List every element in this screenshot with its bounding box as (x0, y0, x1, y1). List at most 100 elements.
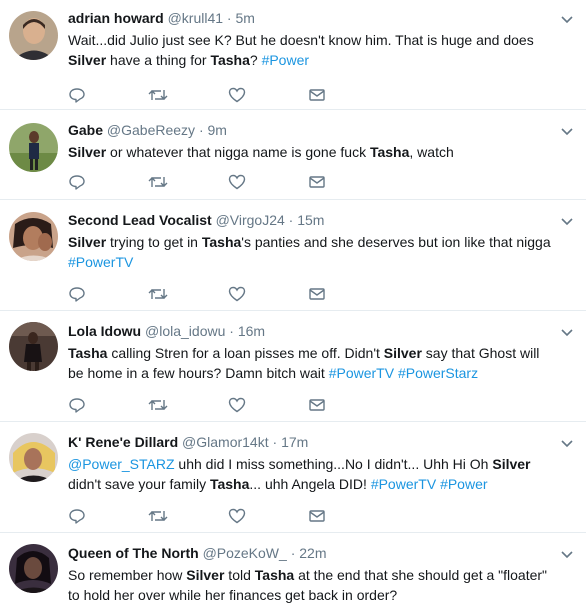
timestamp[interactable]: 9m (208, 122, 227, 138)
username[interactable]: @Glamor14kt (182, 434, 269, 450)
tweet[interactable]: K' Rene'e Dillard @Glamor14kt · 17m @Pow… (0, 422, 586, 533)
timestamp[interactable]: 16m (238, 323, 265, 339)
avatar[interactable] (9, 322, 58, 371)
tweet-text-segment: So remember how (68, 567, 187, 583)
like-button[interactable] (228, 506, 308, 526)
chevron-down-icon[interactable] (560, 436, 574, 450)
like-button[interactable] (228, 85, 308, 105)
direct-message-icon (309, 399, 325, 411)
display-name[interactable]: Queen of The North (68, 545, 199, 561)
reply-button[interactable] (68, 284, 148, 304)
direct-message-button[interactable] (308, 172, 388, 192)
tweet-actions (68, 171, 556, 193)
highlighted-keyword: Silver (68, 52, 107, 68)
avatar[interactable] (9, 544, 58, 593)
tweet[interactable]: Lola Idowu @lola_idowu · 16m Tasha calli… (0, 311, 586, 422)
direct-message-button[interactable] (308, 284, 388, 304)
reply-button[interactable] (68, 85, 148, 105)
heart-icon (228, 87, 246, 103)
retweet-button[interactable] (148, 85, 228, 105)
tweet[interactable]: adrian howard @krull41 · 5m Wait...did J… (0, 0, 586, 110)
tweet-header: Gabe @GabeReezy · 9m (68, 121, 556, 139)
highlighted-keyword: Silver (68, 234, 107, 250)
display-name[interactable]: K' Rene'e Dillard (68, 434, 178, 450)
chevron-down-icon[interactable] (560, 124, 574, 138)
username[interactable]: @lola_idowu (145, 323, 225, 339)
tweet-text-segment: Wait...did Julio just see K? But he does… (68, 32, 534, 48)
chevron-down-icon[interactable] (560, 325, 574, 339)
retweet-icon (148, 177, 168, 187)
chevron-down-icon[interactable] (560, 214, 574, 228)
avatar[interactable] (9, 11, 58, 60)
separator-dot: · (229, 323, 234, 339)
mention-link[interactable]: @Power_STARZ (68, 456, 175, 472)
retweet-button[interactable] (148, 395, 228, 415)
tweet-text: Wait...did Julio just see K? But he does… (68, 30, 556, 70)
direct-message-icon (309, 176, 325, 188)
hashtag-link[interactable]: #PowerStarz (398, 365, 478, 381)
username[interactable]: @PozeKoW_ (203, 545, 287, 561)
direct-message-button[interactable] (308, 395, 388, 415)
timestamp[interactable]: 22m (299, 545, 326, 561)
tweet-header: adrian howard @krull41 · 5m (68, 9, 556, 27)
retweet-button[interactable] (148, 506, 228, 526)
display-name[interactable]: Second Lead Vocalist (68, 212, 212, 228)
tweet-text: Silver trying to get in Tasha's panties … (68, 232, 556, 272)
avatar[interactable] (9, 123, 58, 172)
display-name[interactable]: adrian howard (68, 10, 164, 26)
tweet-text: Silver or whatever that nigga name is go… (68, 142, 556, 162)
retweet-button[interactable] (148, 172, 228, 192)
display-name[interactable]: Gabe (68, 122, 103, 138)
tweet[interactable]: Second Lead Vocalist @VirgoJ24 · 15m Sil… (0, 200, 586, 311)
tweet[interactable]: Gabe @GabeReezy · 9m Silver or whatever … (0, 110, 586, 200)
chevron-down-icon[interactable] (560, 12, 574, 26)
direct-message-button[interactable] (308, 506, 388, 526)
reply-icon (69, 509, 85, 524)
separator-dot: · (288, 212, 294, 228)
avatar-image (9, 544, 58, 593)
retweet-icon (148, 400, 168, 410)
username[interactable]: @VirgoJ24 (216, 212, 285, 228)
heart-icon (228, 508, 246, 524)
hashtag-link[interactable]: #PowerTV (329, 365, 394, 381)
timestamp[interactable]: 5m (235, 10, 254, 26)
tweet-text-segment: uhh did I miss something...No I didn't..… (174, 456, 493, 472)
direct-message-icon (309, 288, 325, 300)
like-button[interactable] (228, 395, 308, 415)
display-name[interactable]: Lola Idowu (68, 323, 141, 339)
highlighted-keyword: Silver (383, 345, 422, 361)
like-button[interactable] (228, 284, 308, 304)
reply-button[interactable] (68, 395, 148, 415)
tweet[interactable]: Queen of The North @PozeKoW_ · 22m So re… (0, 533, 586, 612)
tweet-text-segment: ... uhh Angela DID! (249, 476, 371, 492)
chevron-down-icon[interactable] (560, 547, 574, 561)
avatar-image (9, 123, 58, 172)
tweet-text-segment: have a thing for (106, 52, 211, 68)
timestamp[interactable]: 15m (297, 212, 324, 228)
tweet-text-segment: told (224, 567, 255, 583)
avatar[interactable] (9, 212, 58, 261)
hashtag-link[interactable]: #PowerTV (371, 476, 436, 492)
reply-button[interactable] (68, 506, 148, 526)
avatar[interactable] (9, 433, 58, 482)
separator-dot: · (226, 10, 232, 26)
hashtag-link[interactable]: #Power (262, 52, 309, 68)
reply-button[interactable] (68, 172, 148, 192)
hashtag-link[interactable]: #Power (440, 476, 487, 492)
like-button[interactable] (228, 172, 308, 192)
reply-icon (69, 88, 85, 103)
tweet-actions (68, 505, 556, 527)
tweet-text: Tasha calling Stren for a loan pisses me… (68, 343, 556, 383)
username[interactable]: @GabeReezy (107, 122, 195, 138)
separator-dot: · (272, 434, 278, 450)
direct-message-button[interactable] (308, 85, 388, 105)
highlighted-keyword: Tasha (369, 144, 410, 160)
hashtag-link[interactable]: #PowerTV (68, 254, 133, 270)
tweet-text-segment: , watch (409, 144, 454, 160)
retweet-button[interactable] (148, 284, 228, 304)
retweet-icon (148, 289, 168, 299)
username[interactable]: @krull41 (168, 10, 223, 26)
retweet-icon (148, 90, 168, 100)
tweet-text-segment: calling Stren for a loan pisses me off. … (107, 345, 384, 361)
timestamp[interactable]: 17m (281, 434, 308, 450)
